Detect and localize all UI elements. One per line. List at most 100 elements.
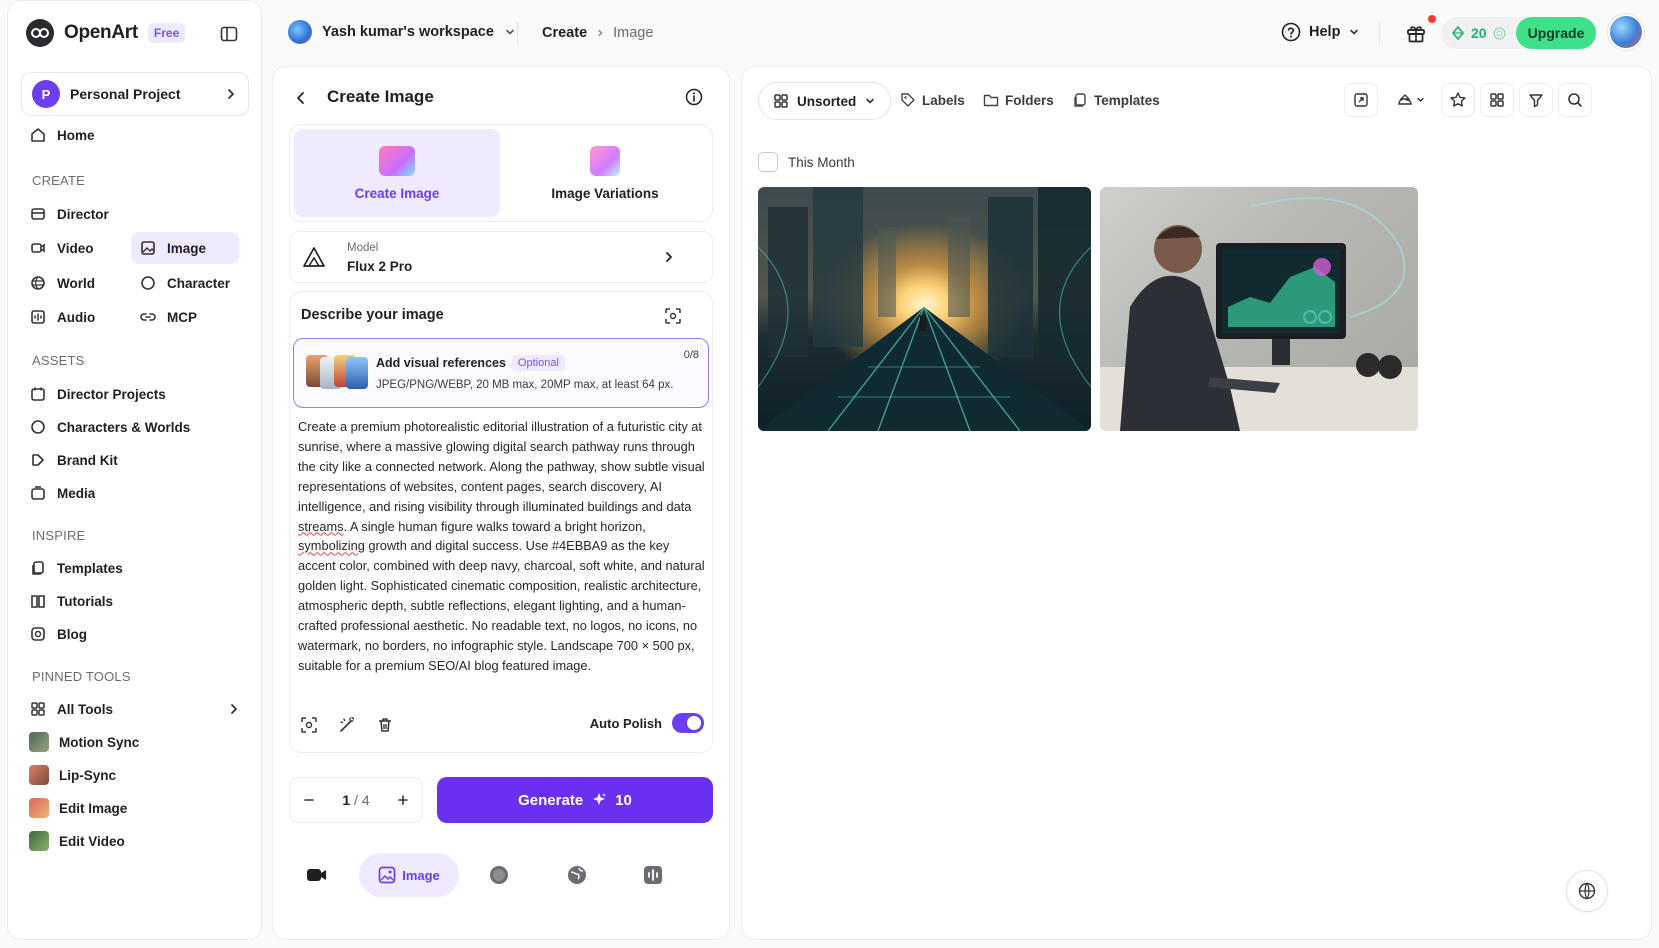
sidebar-item-motion-sync[interactable]: Motion Sync [21, 726, 147, 758]
optional-badge: Optional [511, 355, 565, 371]
workspace-avatar [288, 20, 312, 44]
image-icon [378, 866, 396, 884]
notification-dot [1428, 15, 1436, 23]
chevron-right-icon [228, 89, 234, 99]
sidebar-item-blog[interactable]: Blog [21, 618, 95, 650]
office-illustration [1100, 197, 1418, 431]
help-label: Help [1309, 24, 1341, 40]
help-menu[interactable]: Help [1281, 22, 1360, 42]
plus-icon[interactable] [396, 793, 410, 807]
app-name: OpenArt [64, 22, 138, 43]
create-panel: Create Image Create Image Image Variatio… [272, 66, 730, 940]
auto-polish-control: Auto Polish [590, 713, 704, 733]
language-globe-icon[interactable] [1566, 870, 1608, 912]
sidebar-item-templates[interactable]: Templates [21, 552, 131, 584]
breadcrumb-create[interactable]: Create [542, 25, 587, 41]
quantity-value: 1 [342, 792, 351, 808]
grid-icon [29, 700, 47, 718]
folders-link[interactable]: Folders [983, 92, 1054, 108]
logo[interactable]: OpenArt Free [26, 19, 186, 47]
sidebar-item-video[interactable]: Video [21, 232, 102, 264]
edit-image-thumbnail [29, 798, 49, 818]
tab-create-image[interactable]: Create Image [294, 129, 500, 217]
external-link-icon[interactable] [1344, 83, 1378, 117]
video-icon [29, 239, 47, 257]
calendar-icon [29, 385, 47, 403]
magic-wand-icon[interactable] [338, 716, 356, 734]
project-switcher[interactable]: P Personal Project [21, 72, 249, 116]
chevron-down-icon [506, 29, 514, 35]
user-avatar[interactable] [1608, 14, 1644, 50]
sidebar-item-lip-sync[interactable]: Lip-Sync [21, 759, 124, 791]
sort-dropdown[interactable]: Unsorted [758, 82, 892, 120]
lip-sync-thumbnail [29, 765, 49, 785]
sidebar-item-audio[interactable]: Audio [21, 301, 103, 333]
sidebar-item-mcp[interactable]: MCP [131, 301, 205, 333]
sidebar-item-edit-image[interactable]: Edit Image [21, 792, 135, 824]
chevron-down-icon [1350, 29, 1359, 35]
upgrade-button[interactable]: Upgrade [1515, 17, 1597, 49]
chevron-right-icon [231, 704, 237, 714]
panel-title: Create Image [327, 87, 434, 106]
motion-sync-thumbnail [29, 732, 49, 752]
sidebar-item-characters-worlds[interactable]: Characters & Worlds [21, 411, 198, 443]
scan-icon[interactable] [664, 307, 682, 325]
link-icon [139, 308, 157, 326]
sidebar-item-edit-video[interactable]: Edit Video [21, 825, 133, 857]
auto-polish-toggle[interactable] [672, 713, 704, 733]
image-variations-icon [590, 145, 620, 176]
sparkle-icon [593, 793, 607, 805]
shapes-filter-icon[interactable] [1387, 83, 1435, 117]
back-arrow-icon[interactable] [293, 90, 309, 106]
templates-icon [1074, 93, 1086, 107]
generated-image-futuristic-city[interactable] [758, 187, 1091, 431]
select-month-checkbox[interactable] [758, 152, 778, 172]
workspace-name: Yash kumar's workspace [322, 24, 494, 40]
templates-link[interactable]: Templates [1072, 92, 1160, 108]
sidebar-item-tutorials[interactable]: Tutorials [21, 585, 121, 617]
sidebar-item-all-tools[interactable]: All Tools [21, 693, 249, 725]
info-icon[interactable] [685, 88, 703, 106]
ref-requirements: JPEG/PNG/WEBP, 20 MB max, 20MP max, at l… [376, 379, 674, 391]
tab-image-variations[interactable]: Image Variations [502, 129, 708, 217]
minus-icon[interactable] [302, 793, 316, 807]
scan-image-icon[interactable] [300, 716, 318, 734]
character-mode-icon[interactable] [479, 853, 519, 897]
credits-pill[interactable]: 20 Upgrade [1441, 17, 1597, 49]
tab-image-mode[interactable]: Image [359, 853, 459, 897]
sidebar-item-image[interactable]: Image [131, 232, 239, 264]
gift-icon[interactable] [1405, 22, 1427, 44]
world-mode-icon[interactable] [557, 853, 597, 897]
prompt-textarea[interactable]: Create a premium photorealistic editoria… [298, 417, 708, 676]
sidebar-item-character[interactable]: Character [131, 267, 238, 299]
generated-image-office-analytics[interactable] [1100, 187, 1418, 431]
sidebar-item-director[interactable]: Director [21, 198, 117, 230]
visual-references-dropzone[interactable]: Add visual references Optional JPEG/PNG/… [293, 338, 709, 408]
search-icon[interactable] [1558, 83, 1592, 117]
trash-icon[interactable] [376, 716, 394, 734]
describe-title: Describe your image [301, 307, 444, 323]
ref-count: 0/8 [683, 349, 699, 361]
grid-view-icon[interactable] [1480, 83, 1514, 117]
chevron-down-icon [866, 98, 875, 104]
sidebar-toggle-icon[interactable] [220, 25, 238, 43]
workspace-switcher[interactable]: Yash kumar's workspace [288, 20, 516, 44]
generate-button[interactable]: Generate 10 [437, 777, 713, 823]
city-illustration [758, 187, 1091, 431]
diamond-icon [1451, 26, 1465, 40]
audio-mode-icon[interactable] [633, 853, 673, 897]
sidebar-item-home[interactable]: Home [21, 119, 103, 151]
model-selector[interactable]: Model Flux 2 Pro [289, 231, 713, 283]
month-group-header: This Month [758, 152, 855, 172]
sidebar-item-world[interactable]: World [21, 267, 103, 299]
sidebar-item-media[interactable]: Media [21, 477, 103, 509]
star-icon[interactable] [1441, 83, 1475, 117]
sidebar-item-director-projects[interactable]: Director Projects [21, 378, 174, 410]
grid-icon [774, 94, 788, 108]
image-icon [139, 239, 157, 257]
labels-link[interactable]: Labels [900, 92, 965, 108]
video-camera-icon[interactable] [297, 853, 337, 897]
home-icon [29, 126, 47, 144]
sidebar-item-brand-kit[interactable]: Brand Kit [21, 444, 126, 476]
filter-icon[interactable] [1519, 83, 1553, 117]
